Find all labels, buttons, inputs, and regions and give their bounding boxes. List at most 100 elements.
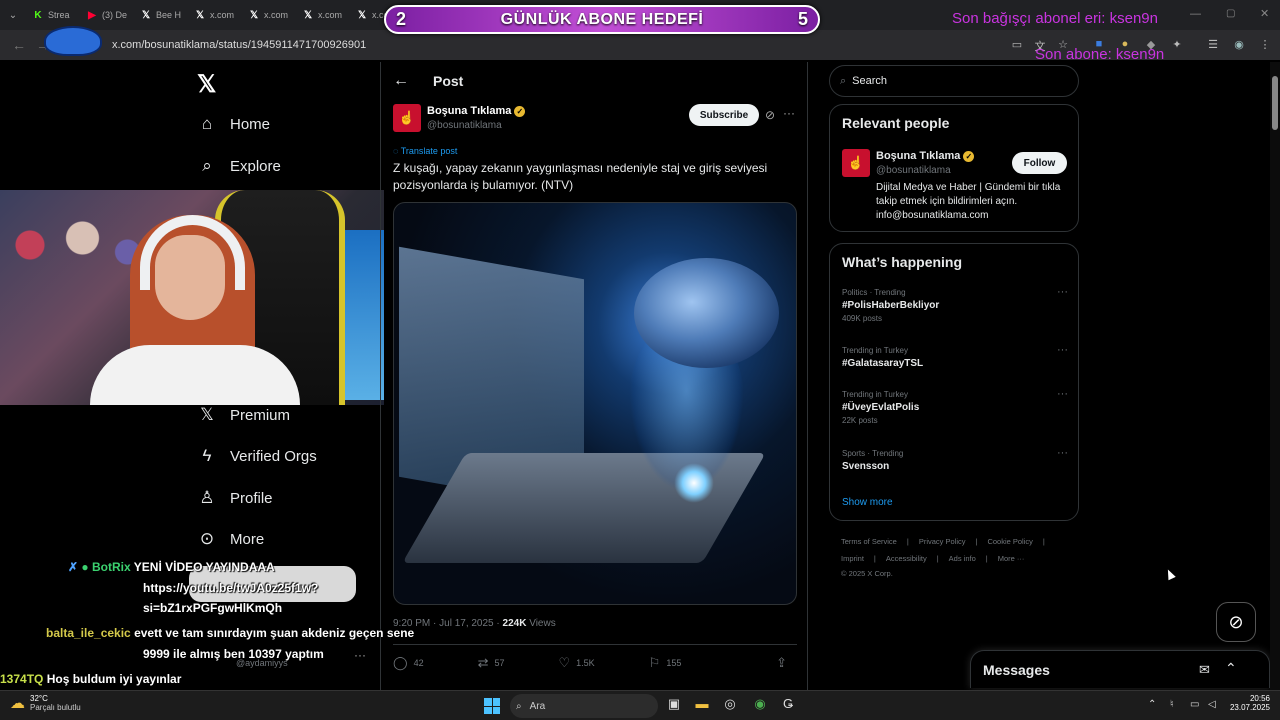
bookmark-button[interactable]: ⚐ 155 <box>649 655 682 671</box>
scrollbar-thumb[interactable] <box>1272 76 1278 130</box>
chrome-icon[interactable]: ◉ <box>750 696 770 716</box>
nav-item-more[interactable]: ⊙ More <box>197 529 264 549</box>
subscribe-button[interactable]: Subscribe <box>689 104 759 126</box>
relevant-avatar[interactable]: ☝ <box>842 149 870 177</box>
relevant-name[interactable]: Boşuna Tıklama ✓ <box>876 150 975 162</box>
post-more-icon[interactable]: ··· <box>783 106 795 120</box>
translate-post-link[interactable]: ◌ Translate post <box>393 146 457 156</box>
extensions-puzzle-icon[interactable]: ✦ <box>1170 38 1184 51</box>
browser-tab[interactable]: 𝕏x.com <box>188 4 242 26</box>
weather-widget[interactable]: ☁ 32°C Parçalı bulutlu <box>10 694 81 712</box>
trend-item[interactable]: Politics · Trending #PolisHaberBekliyor 40… <box>842 286 1068 323</box>
close-window-icon[interactable]: ✕ <box>1260 7 1269 20</box>
hidden-handle: @aydamiyys <box>236 658 288 668</box>
nav-item-label: Home <box>230 115 271 133</box>
chat-user: BotRix <box>91 560 131 574</box>
x-icon: 𝕏 <box>249 9 259 21</box>
search-input[interactable]: ⌕ Search <box>829 65 1079 97</box>
x-logo-icon[interactable]: 𝕏 <box>197 70 216 99</box>
browser-tab[interactable]: 𝕏x.com <box>296 4 350 26</box>
show-more-link[interactable]: Show more <box>842 497 893 508</box>
reading-list-icon[interactable]: ☰ <box>1206 38 1220 51</box>
streamer <box>90 205 300 405</box>
x-icon: 𝕏 <box>141 9 151 21</box>
page-scrollbar[interactable] <box>1270 62 1280 690</box>
home-icon: ⌂ <box>201 114 213 133</box>
tray-expand-icon[interactable]: ⌃ <box>1148 699 1156 710</box>
footer-link[interactable]: Imprint <box>841 554 864 563</box>
footer-link[interactable]: Ads info <box>949 554 976 563</box>
chat-text: evett ve tam sınırdayım şuan akdeniz geç… <box>134 626 415 640</box>
post-image[interactable] <box>393 202 797 605</box>
grok-fab-icon[interactable]: ⊘ <box>1216 602 1256 642</box>
nav-item-verified-orgs[interactable]: ϟ Verified Orgs <box>197 446 317 466</box>
maximize-window-icon[interactable]: ▢ <box>1226 8 1235 19</box>
task-view-icon[interactable]: ▣ <box>664 696 684 716</box>
app-icon[interactable]: Ǥ <box>778 696 798 716</box>
footer-link[interactable]: Cookie Policy <box>987 537 1032 546</box>
footer-link[interactable]: Accessibility <box>886 554 927 563</box>
new-message-icon[interactable]: ✉ <box>1199 662 1210 678</box>
youtube-icon: ▶ <box>88 9 96 21</box>
app-icon[interactable]: ◎ <box>720 696 740 716</box>
more-dots-icon[interactable]: ··· <box>354 648 366 662</box>
views-count: 224K <box>502 618 527 629</box>
footer-link[interactable]: Privacy Policy <box>919 537 966 546</box>
reply-button[interactable]: ◯ 42 <box>393 655 424 671</box>
messages-drawer[interactable]: Messages ✉ ⌃ <box>970 650 1270 688</box>
browser-menu-icon[interactable]: ⋮ <box>1258 38 1272 51</box>
browser-tab[interactable]: 𝕏 Bee H <box>134 4 188 26</box>
browser-tab[interactable]: 𝕏x.com <box>242 4 296 26</box>
nav-item-explore[interactable]: ⌕ Explore <box>197 156 281 176</box>
volume-icon[interactable]: ◁ <box>1208 699 1216 710</box>
trend-name: #PolisHaberBekliyor <box>842 300 940 311</box>
trend-more-icon[interactable]: ··· <box>1057 344 1068 356</box>
footer-links-row: Terms of Service | Privacy Policy | Cookie P… <box>841 537 1055 546</box>
nav-item-home[interactable]: ⌂ Home <box>197 114 270 134</box>
file-explorer-icon[interactable]: ▬ <box>692 696 712 716</box>
follow-button[interactable]: Follow <box>1012 152 1067 174</box>
translate-icon: ◌ <box>393 146 401 156</box>
system-clock[interactable]: 20:56 23.07.2025 <box>1226 694 1270 712</box>
nav-item-premium[interactable]: 𝕏 Premium <box>197 405 290 425</box>
browser-tab[interactable]: ▶ (3) De <box>80 4 134 26</box>
back-arrow-icon[interactable]: ← <box>393 72 409 90</box>
microphone-icon[interactable]: ♮ <box>1170 699 1174 710</box>
nav-item-profile[interactable]: ♙ Profile <box>197 488 272 508</box>
relevant-handle[interactable]: @bosunatiklama <box>876 165 951 176</box>
like-button[interactable]: ♡ 1.5K <box>559 655 595 671</box>
chat-text: 9999 ile almış ben 10397 yaptım <box>143 647 324 661</box>
trend-item[interactable]: Sports · Trending Svensson ··· <box>842 447 1068 472</box>
trend-more-icon[interactable]: ··· <box>1057 447 1068 459</box>
page-title: Post <box>433 73 464 89</box>
author-avatar[interactable]: ☝ <box>393 104 421 132</box>
trend-item[interactable]: Trending in Turkey #GalatasarayTSL ··· <box>842 344 1068 369</box>
footer-link[interactable]: Terms of Service <box>841 537 897 546</box>
author-handle[interactable]: @bosunatiklama <box>427 120 502 131</box>
views-label: Views <box>526 618 556 629</box>
grok-icon[interactable]: ⊘ <box>765 108 775 122</box>
repost-button[interactable]: ⇄ 57 <box>478 655 505 671</box>
browser-tab[interactable]: K Strea <box>26 4 80 26</box>
url-field[interactable]: x.com/bosunatiklama/status/1945911471700… <box>112 39 366 51</box>
tab-list-button[interactable]: ⌄ <box>0 10 26 21</box>
author-name[interactable]: Boşuna Tıklama ✓ <box>427 105 526 117</box>
chat-message: ✗ ● BotRix YENİ VİDEO YAYINDAAA <box>68 560 275 574</box>
more-circle-icon: ⊙ <box>199 529 215 548</box>
footer-more-link[interactable]: More ··· <box>998 554 1025 563</box>
minimize-window-icon[interactable]: — <box>1190 8 1201 20</box>
start-button[interactable] <box>484 698 500 714</box>
expand-drawer-icon[interactable]: ⌃ <box>1225 660 1237 677</box>
install-app-icon[interactable]: ▭ <box>1010 38 1024 51</box>
taskbar-search[interactable]: ⌕ Ara <box>510 694 658 718</box>
back-nav-icon[interactable]: ← <box>12 37 26 53</box>
footer-separator: | <box>906 537 909 546</box>
share-icon: ⇪ <box>776 654 787 670</box>
trend-more-icon[interactable]: ··· <box>1057 286 1068 298</box>
share-button[interactable]: ⇪ <box>776 655 793 671</box>
profile-avatar-icon[interactable]: ◉ <box>1232 38 1246 51</box>
trend-item[interactable]: Trending in Turkey #ÜveyEvlatPolis 22K pos… <box>842 388 1068 425</box>
goal-current: 2 <box>396 9 407 29</box>
network-icon[interactable]: ▭ <box>1190 699 1199 710</box>
trend-more-icon[interactable]: ··· <box>1057 388 1068 400</box>
